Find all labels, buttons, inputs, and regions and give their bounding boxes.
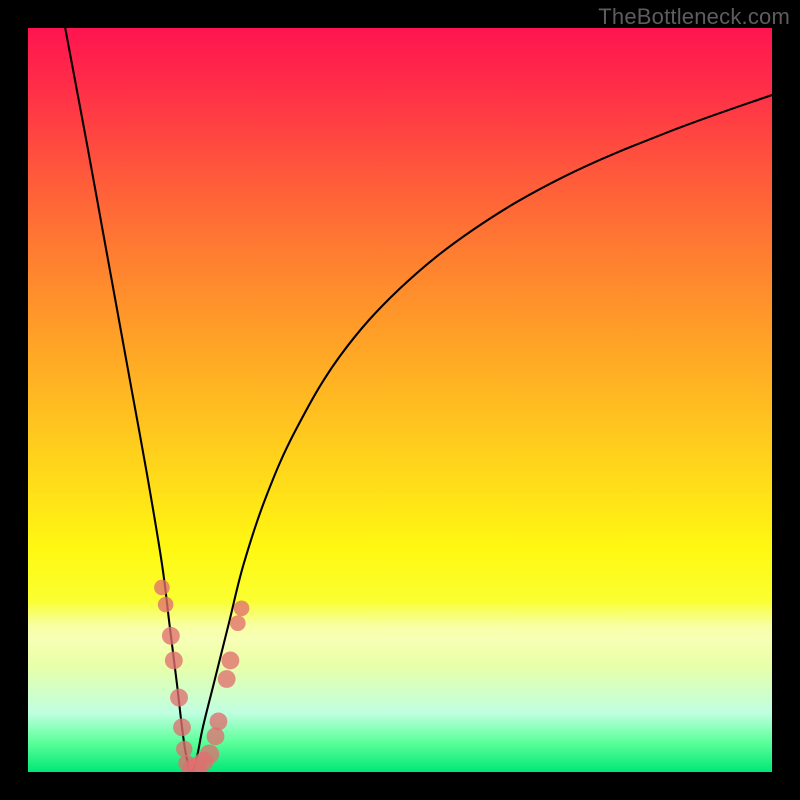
curve-marker xyxy=(207,727,225,745)
curve-marker xyxy=(176,741,192,757)
chart-frame: TheBottleneck.com xyxy=(0,0,800,800)
curve-marker xyxy=(230,615,246,631)
curve-marker xyxy=(165,651,183,669)
curve-marker xyxy=(158,597,174,613)
curve-marker xyxy=(200,744,219,763)
curve-marker xyxy=(162,627,180,645)
curve-marker xyxy=(221,651,239,669)
curve-marker xyxy=(210,712,228,730)
curve-marker xyxy=(154,580,170,596)
curve-marker xyxy=(170,689,188,707)
plot-area xyxy=(28,28,772,772)
curve-marker xyxy=(234,601,250,617)
curve-marker xyxy=(173,718,191,736)
curve-svg xyxy=(28,28,772,772)
curve-marker xyxy=(218,670,236,688)
watermark-text: TheBottleneck.com xyxy=(598,4,790,30)
curve-markers xyxy=(154,580,249,772)
